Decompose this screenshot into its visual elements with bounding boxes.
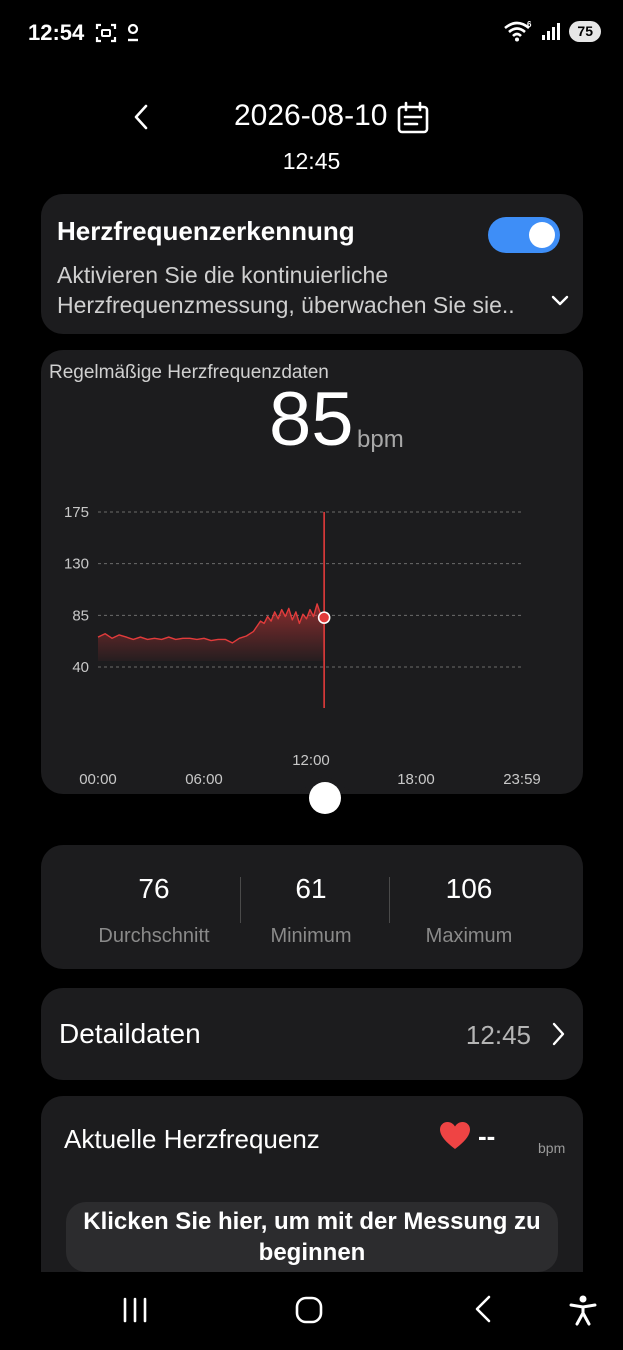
stat-minimum: 61 Minimum bbox=[236, 873, 386, 948]
maximum-value: 106 bbox=[445, 873, 493, 904]
x-tick-label: 06:00 bbox=[185, 771, 223, 788]
nav-back-icon bbox=[475, 1295, 491, 1323]
time-slider-knob[interactable] bbox=[309, 782, 341, 814]
heart-icon bbox=[439, 1121, 471, 1156]
selected-point bbox=[317, 611, 331, 624]
x-tick-label: 23:59 bbox=[503, 771, 541, 788]
average-label: Durchschnitt bbox=[98, 925, 210, 947]
accessibility-button[interactable] bbox=[568, 1294, 598, 1331]
start-measurement-button[interactable]: Klicken Sie hier, um mit der Messung zu … bbox=[66, 1202, 558, 1272]
minimum-value: 61 bbox=[295, 873, 327, 904]
maximum-label: Maximum bbox=[425, 925, 513, 947]
current-hr-value: -- bbox=[478, 1121, 496, 1151]
stat-divider bbox=[389, 877, 390, 923]
minimum-label: Minimum bbox=[270, 925, 352, 947]
home-button[interactable] bbox=[294, 1295, 324, 1330]
heart-rate-chart[interactable]: 175 130 85 40 00:00 06:00 18:00 23:59 bbox=[0, 0, 623, 830]
accessibility-icon bbox=[569, 1295, 597, 1326]
home-icon bbox=[295, 1296, 323, 1324]
current-hr-title: Aktuelle Herzfrequenz bbox=[64, 1124, 320, 1154]
y-tick-label: 85 bbox=[72, 607, 89, 624]
stats-card: 76 Durchschnitt 61 Minimum 106 Maximum bbox=[41, 845, 583, 969]
x-tick-label: 18:00 bbox=[397, 771, 435, 788]
stat-maximum: 106 Maximum bbox=[394, 873, 544, 948]
y-tick-label: 175 bbox=[64, 504, 89, 521]
detail-time: 12:45 bbox=[465, 1020, 531, 1050]
x-tick-label: 00:00 bbox=[79, 771, 117, 788]
current-hr-unit: bpm bbox=[538, 1140, 566, 1156]
navigation-bar bbox=[0, 1272, 623, 1350]
nav-back-button[interactable] bbox=[472, 1294, 494, 1329]
slider-time-label: 12:00 bbox=[292, 752, 330, 769]
y-tick-label: 130 bbox=[64, 556, 89, 573]
y-tick-label: 40 bbox=[72, 659, 89, 676]
chevron-right-icon bbox=[551, 1022, 565, 1051]
average-value: 76 bbox=[138, 873, 170, 904]
recents-icon bbox=[123, 1297, 147, 1323]
current-hr-card: Aktuelle Herzfrequenz -- bpm Klicken Sie… bbox=[41, 1096, 583, 1296]
detail-title: Detaildaten bbox=[59, 1018, 201, 1049]
stat-average: 76 Durchschnitt bbox=[79, 873, 229, 948]
recents-button[interactable] bbox=[120, 1296, 150, 1329]
detail-data-row[interactable]: Detaildaten 12:45 bbox=[41, 988, 583, 1080]
